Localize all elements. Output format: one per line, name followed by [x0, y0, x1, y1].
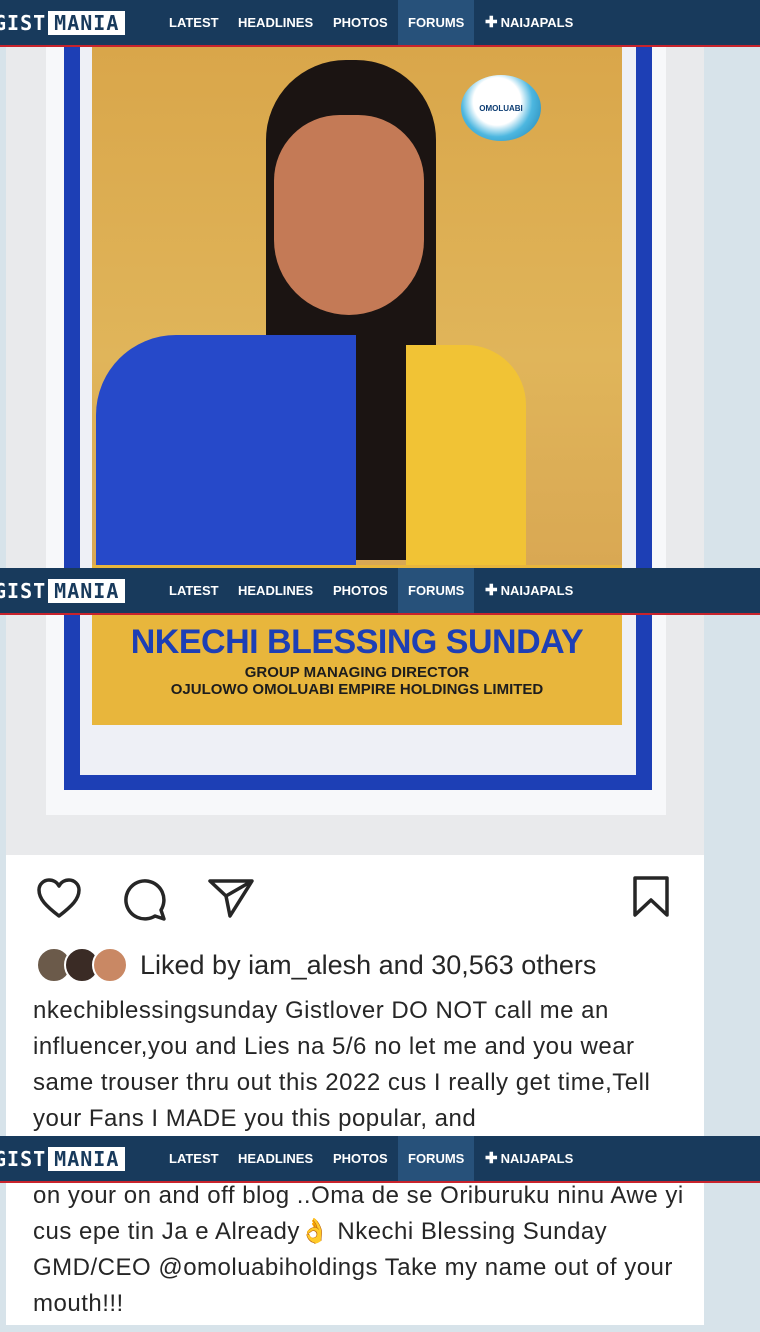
- poster-company: OJULOWO OMOLUABI EMPIRE HOLDINGS LIMITED: [170, 681, 544, 698]
- nav-naijapals[interactable]: ✚ NAIJAPALS: [475, 568, 583, 613]
- caption-mention-link[interactable]: @omoluabiholdings: [158, 1254, 378, 1281]
- gistmania-logo[interactable]: GIST MANIA: [0, 579, 126, 603]
- caption-username[interactable]: nkechiblessingsunday: [33, 997, 278, 1024]
- share-icon[interactable]: [207, 877, 255, 919]
- liked-by-text: Liked by iam_alesh and 30,563 others: [140, 950, 596, 981]
- comment-icon[interactable]: [122, 877, 168, 923]
- site-navbar: GIST MANIA LATEST HEADLINES PHOTOS FORUMS…: [0, 0, 760, 47]
- nav-forums[interactable]: FORUMS: [398, 1136, 475, 1181]
- nav-photos[interactable]: PHOTOS: [323, 1136, 398, 1181]
- portrait-face: [274, 115, 424, 315]
- nav-naijapals-label: NAIJAPALS: [500, 1151, 574, 1166]
- nav-photos[interactable]: PHOTOS: [323, 0, 398, 45]
- post-caption-continued: on your on and off blog ..Oma de se Orib…: [33, 1178, 704, 1325]
- post-photo: OMOLUABI NKECHI BLESSING SUNDAY GROUP MA…: [6, 45, 704, 855]
- heart-icon[interactable]: [36, 877, 82, 919]
- bookmark-icon[interactable]: [631, 875, 671, 919]
- portrait-yellow-lapel: [406, 345, 526, 565]
- poster-name: NKECHI BLESSING SUNDAY: [130, 623, 584, 661]
- omoluabi-logo-badge: OMOLUABI: [461, 75, 541, 141]
- nav-headlines[interactable]: HEADLINES: [228, 568, 323, 613]
- nav-latest[interactable]: LATEST: [159, 1136, 229, 1181]
- nav-photos[interactable]: PHOTOS: [323, 568, 398, 613]
- plus-icon: ✚: [485, 1150, 498, 1167]
- logo-part1: GIST: [0, 1147, 47, 1171]
- nav-naijapals-label: NAIJAPALS: [500, 15, 574, 30]
- logo-part2: MANIA: [48, 579, 126, 603]
- liker-avatars: [36, 947, 128, 983]
- liked-prefix: Liked by: [140, 949, 249, 980]
- avatar[interactable]: [92, 947, 128, 983]
- logo-part1: GIST: [0, 11, 47, 35]
- post-caption: nkechiblessingsunday Gistlover DO NOT ca…: [33, 993, 693, 1137]
- nav-naijapals-label: NAIJAPALS: [500, 583, 574, 598]
- liked-user-link[interactable]: iam_alesh: [248, 950, 371, 980]
- poster-name-block: NKECHI BLESSING SUNDAY GROUP MANAGING DI…: [92, 623, 622, 698]
- plus-icon: ✚: [485, 14, 498, 31]
- plus-icon: ✚: [485, 582, 498, 599]
- nav-headlines[interactable]: HEADLINES: [228, 0, 323, 45]
- nav-forums[interactable]: FORUMS: [398, 568, 475, 613]
- portrait-blue-jacket: [96, 335, 356, 565]
- gistmania-logo[interactable]: GIST MANIA: [0, 11, 126, 35]
- site-navbar: GIST MANIA LATEST HEADLINES PHOTOS FORUMS…: [0, 568, 760, 615]
- nav-forums[interactable]: FORUMS: [398, 0, 475, 45]
- nav-headlines[interactable]: HEADLINES: [228, 1136, 323, 1181]
- gistmania-logo[interactable]: GIST MANIA: [0, 1147, 126, 1171]
- nav-latest[interactable]: LATEST: [159, 568, 229, 613]
- logo-part2: MANIA: [48, 11, 126, 35]
- liked-mid: and: [371, 949, 432, 980]
- logo-part2: MANIA: [48, 1147, 126, 1171]
- likes-row: Liked by iam_alesh and 30,563 others: [36, 945, 596, 985]
- badge-text: OMOLUABI: [479, 103, 523, 113]
- nav-naijapals[interactable]: ✚ NAIJAPALS: [475, 0, 583, 45]
- nav-naijapals[interactable]: ✚ NAIJAPALS: [475, 1136, 583, 1181]
- logo-part1: GIST: [0, 579, 47, 603]
- poster-role: GROUP MANAGING DIRECTOR: [244, 664, 470, 681]
- liked-count-link[interactable]: 30,563 others: [431, 950, 596, 980]
- site-navbar: GIST MANIA LATEST HEADLINES PHOTOS FORUMS…: [0, 1136, 760, 1183]
- nav-latest[interactable]: LATEST: [159, 0, 229, 45]
